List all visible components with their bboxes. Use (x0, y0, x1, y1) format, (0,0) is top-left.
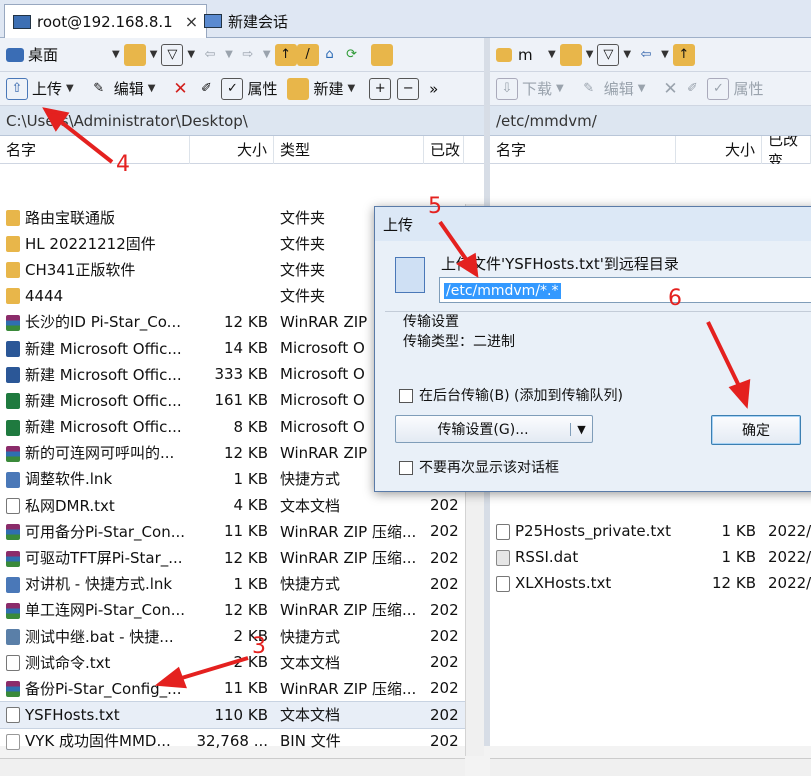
arrow-4 (54, 116, 114, 164)
local-horizontal-scrollbar[interactable] (0, 758, 465, 776)
annotation-3: 3 (252, 634, 266, 659)
arrowhead-3 (154, 666, 187, 689)
arrowhead-5 (456, 252, 479, 278)
arrow-6 (706, 321, 742, 389)
annotation-overlay (42, 107, 751, 689)
annotation-6: 6 (668, 286, 682, 311)
remote-horizontal-scrollbar[interactable] (490, 758, 811, 776)
annotation-4: 4 (116, 152, 130, 177)
annotation-5: 5 (428, 194, 442, 219)
arrowhead-6 (728, 379, 751, 409)
arrow-5 (438, 220, 470, 264)
arrow-3 (174, 656, 249, 682)
